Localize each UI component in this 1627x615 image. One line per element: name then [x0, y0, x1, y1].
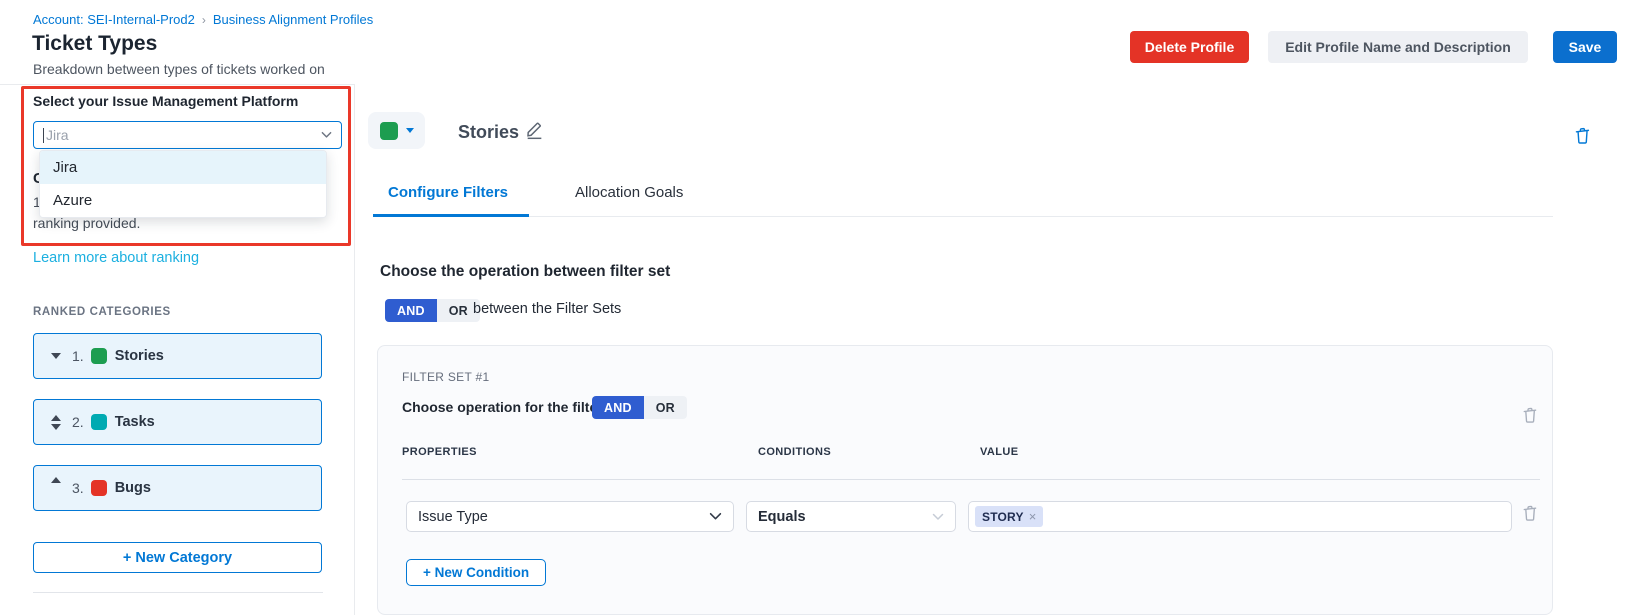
chevron-down-icon	[709, 508, 722, 526]
column-header-properties: PROPERTIES	[402, 446, 477, 458]
property-select-value: Issue Type	[418, 509, 488, 525]
filter-set-card	[377, 345, 1553, 615]
active-tab-underline	[373, 214, 529, 217]
category-card-stories[interactable]: 1. Stories	[33, 333, 322, 379]
remove-tag-icon[interactable]: ×	[1029, 509, 1037, 524]
value-tag-label: STORY	[982, 510, 1024, 524]
move-down-icon[interactable]	[51, 353, 61, 359]
platform-dropdown-menu: Jira Azure	[39, 150, 327, 218]
new-category-button[interactable]: + New Category	[33, 542, 322, 573]
filter-set-divider	[402, 479, 1540, 480]
category-label: Bugs	[115, 480, 151, 496]
chevron-down-icon	[932, 508, 944, 526]
category-label: Tasks	[115, 414, 155, 430]
and-option[interactable]: AND	[385, 299, 437, 322]
or-option[interactable]: OR	[644, 396, 687, 419]
column-header-value: VALUE	[980, 446, 1018, 458]
between-filter-sets-text: between the Filter Sets	[473, 301, 621, 317]
category-rank: 2.	[72, 414, 84, 430]
category-rank: 3.	[72, 480, 84, 496]
category-label: Stories	[115, 348, 164, 364]
sidebar-bottom-divider	[33, 592, 323, 593]
sidebar-divider	[354, 84, 355, 615]
filter-set-title: FILTER SET #1	[402, 370, 489, 384]
platform-select-placeholder: Jira	[46, 127, 69, 143]
breadcrumb-section-link[interactable]: Business Alignment Profiles	[213, 12, 373, 27]
edit-profile-button[interactable]: Edit Profile Name and Description	[1268, 31, 1528, 63]
move-down-icon[interactable]	[51, 424, 61, 430]
filters-operation-label: Choose operation for the filters	[402, 399, 610, 415]
caret-down-icon	[406, 128, 414, 133]
value-tag: STORY ×	[975, 506, 1043, 527]
platform-select-input[interactable]: Jira	[33, 121, 342, 149]
delete-category-icon[interactable]	[1573, 126, 1592, 150]
new-condition-button[interactable]: + New Condition	[406, 559, 546, 586]
delete-filter-set-icon[interactable]	[1521, 406, 1539, 429]
page-subtitle: Breakdown between types of tickets worke…	[33, 61, 325, 77]
category-color-picker[interactable]	[368, 112, 425, 149]
move-up-icon[interactable]	[51, 415, 61, 421]
chevron-down-icon	[321, 126, 332, 144]
page-title: Ticket Types	[32, 32, 157, 56]
learn-more-link[interactable]: Learn more about ranking	[33, 250, 199, 266]
and-option[interactable]: AND	[592, 396, 644, 419]
category-card-tasks[interactable]: 2. Tasks	[33, 399, 322, 445]
color-swatch	[380, 122, 398, 140]
breadcrumb-account-link[interactable]: Account: SEI-Internal-Prod2	[33, 12, 195, 27]
ranked-categories-header: RANKED CATEGORIES	[33, 306, 171, 318]
filters-operator-toggle[interactable]: AND OR	[592, 396, 687, 419]
category-rank: 1.	[72, 348, 84, 364]
filter-set-operator-toggle[interactable]: AND OR	[385, 299, 480, 322]
column-header-conditions: CONDITIONS	[758, 446, 831, 458]
category-color-dot	[91, 348, 107, 364]
breadcrumb: Account: SEI-Internal-Prod2 › Business A…	[33, 12, 373, 27]
save-button[interactable]: Save	[1553, 31, 1617, 63]
category-color-dot	[91, 480, 107, 496]
text-cursor	[43, 128, 44, 143]
tab-configure-filters[interactable]: Configure Filters	[388, 184, 508, 201]
edit-name-icon[interactable]	[524, 119, 545, 145]
dropdown-option-jira[interactable]: Jira	[40, 151, 326, 184]
dropdown-option-azure[interactable]: Azure	[40, 184, 326, 217]
header-divider	[0, 84, 354, 85]
tab-allocation-goals[interactable]: Allocation Goals	[575, 184, 683, 201]
category-color-dot	[91, 414, 107, 430]
category-card-bugs[interactable]: 3. Bugs	[33, 465, 322, 511]
value-input[interactable]: STORY ×	[968, 501, 1512, 532]
breadcrumb-separator-icon: ›	[202, 13, 206, 27]
tabs-divider	[373, 216, 1553, 217]
delete-profile-button[interactable]: Delete Profile	[1130, 31, 1249, 63]
property-select[interactable]: Issue Type	[406, 501, 734, 532]
platform-select-label: Select your Issue Management Platform	[33, 93, 298, 109]
filter-operation-heading: Choose the operation between filter set	[380, 263, 670, 281]
delete-condition-icon[interactable]	[1521, 504, 1539, 527]
category-name-heading: Stories	[458, 122, 519, 143]
move-up-icon[interactable]	[51, 477, 61, 483]
condition-select[interactable]: Equals	[746, 501, 956, 532]
condition-select-value: Equals	[758, 509, 806, 525]
